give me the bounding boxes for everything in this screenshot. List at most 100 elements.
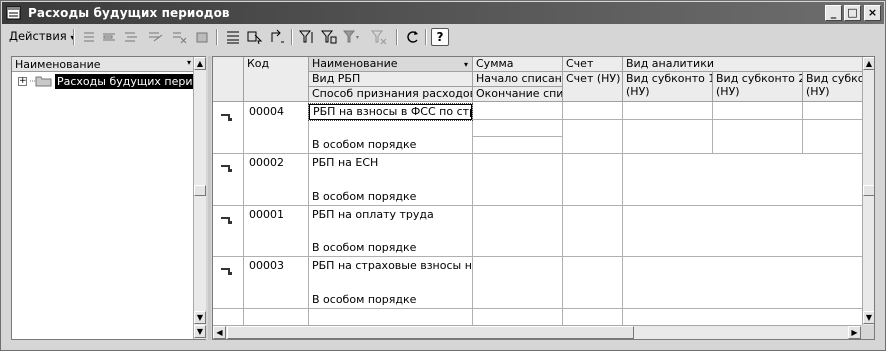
scroll-down-icon[interactable]: ▼ (863, 311, 874, 324)
toolbar-separator (425, 29, 427, 45)
grid-line (472, 119, 862, 120)
cell-method[interactable]: В особом порядке (309, 241, 472, 255)
tree-item-label: Расходы будущих периодов (55, 74, 194, 89)
toolbar-separator (216, 29, 218, 45)
rbp-item-icon (220, 266, 234, 276)
scroll-up-icon[interactable]: ▲ (863, 57, 874, 70)
header-subconto1-nu: (НУ) (626, 85, 650, 98)
hierarchy-icon[interactable] (224, 29, 242, 45)
header-end-date[interactable]: Окончание спи... (473, 87, 563, 102)
level-up-icon[interactable] (268, 29, 286, 45)
refresh-icon[interactable] (404, 29, 422, 45)
cell-name[interactable]: РБП на страховые взносы на... (309, 259, 472, 273)
title-bar[interactable]: Расходы будущих периодов _ □ × (2, 2, 884, 24)
folder-icon (30, 76, 52, 87)
cell-code[interactable]: 00002 (246, 156, 306, 170)
maximize-button[interactable]: □ (844, 5, 861, 21)
copy-icon[interactable] (122, 29, 140, 45)
cell-name[interactable]: РБП на оплату труда (309, 208, 472, 222)
header-subconto2-nu: (НУ) (716, 85, 740, 98)
grid-vertical-scrollbar[interactable]: ▲ ▼ (862, 57, 874, 325)
filter-off-icon[interactable] (370, 29, 388, 45)
header-subconto3-nu: (НУ) (806, 85, 830, 98)
rbp-item-icon (220, 112, 234, 122)
window-title: Расходы будущих периодов (28, 6, 230, 20)
header-subconto1[interactable]: Вид субконто 1 (НУ) (623, 72, 713, 102)
grid-line (213, 153, 862, 154)
header-sum[interactable]: Сумма (473, 57, 563, 72)
grid-line (472, 136, 563, 137)
actions-label: Действия (9, 29, 67, 43)
toolbar-separator (73, 29, 75, 45)
scroll-down-icon[interactable]: ▼ (194, 311, 206, 324)
delete-icon[interactable] (170, 29, 188, 45)
header-name[interactable]: Наименование ▾ (309, 57, 473, 72)
header-icon-column (213, 57, 244, 102)
filter-icon[interactable] (298, 29, 316, 45)
grid-line (243, 102, 244, 327)
toolbar-separator (396, 29, 398, 45)
header-rbp-type[interactable]: Вид РБП (309, 72, 473, 87)
header-subconto2[interactable]: Вид субконто 2 (НУ) (713, 72, 803, 102)
header-code[interactable]: Код (244, 57, 309, 102)
window-app-icon (6, 5, 22, 21)
rbp-item-icon (220, 163, 234, 173)
header-start-date[interactable]: Начало списания (473, 72, 563, 87)
scroll-left-icon[interactable]: ◀ (213, 326, 226, 339)
select-icon[interactable] (246, 29, 264, 45)
panel-splitter[interactable] (208, 56, 211, 340)
sort-arrow-icon: ▾ (186, 58, 191, 67)
header-account-nu[interactable]: Счет (НУ) (563, 72, 623, 102)
cell-code[interactable]: 00003 (246, 259, 306, 273)
tree-item-root[interactable]: + Расходы будущих периодов (12, 74, 194, 89)
cell-code[interactable]: 00004 (246, 105, 306, 119)
rbp-table: Код Наименование ▾ Сумма Счет Вид аналит… (212, 56, 875, 340)
header-name-label: Наименование (312, 57, 398, 70)
scroll-thumb[interactable] (863, 185, 874, 196)
scroll-up-icon[interactable]: ▲ (194, 57, 206, 70)
header-subconto3-label: Вид субконто 3 (806, 72, 862, 85)
add-group-icon[interactable] (100, 29, 118, 45)
grid-line (802, 102, 803, 153)
filter-history-icon[interactable] (342, 29, 360, 45)
grid-line (622, 102, 623, 327)
grid-horizontal-scrollbar[interactable]: ◀ ▶ (213, 325, 862, 339)
grid-line (213, 308, 862, 309)
scroll-down-icon[interactable]: ▼ (194, 325, 206, 338)
toolbar-separator (291, 29, 293, 45)
tree-column-header[interactable]: Наименование ▾ (12, 57, 194, 72)
main-window: Расходы будущих периодов _ □ × Действия … (0, 0, 886, 351)
cell-method[interactable]: В особом порядке (309, 190, 472, 204)
minimize-button[interactable]: _ (825, 5, 842, 21)
help-button[interactable]: ? (431, 28, 449, 46)
rbp-item-icon (220, 215, 234, 225)
sort-arrow-icon: ▾ (463, 60, 468, 69)
toolbar: Действия ▾ ? (3, 26, 883, 48)
close-button[interactable]: × (864, 5, 881, 21)
actions-menu-button[interactable]: Действия ▾ (5, 28, 78, 46)
header-analytics[interactable]: Вид аналитики (623, 57, 874, 72)
header-subconto2-label: Вид субконто 2 (716, 72, 803, 85)
grid-line (712, 102, 713, 153)
scroll-corner (861, 325, 874, 339)
header-account[interactable]: Счет (563, 57, 623, 72)
grid-line (213, 205, 862, 206)
scroll-right-icon[interactable]: ▶ (848, 326, 861, 339)
edit-icon[interactable] (146, 29, 164, 45)
header-recognition[interactable]: Способ признания расходов (309, 87, 473, 102)
scroll-thumb[interactable] (227, 326, 634, 339)
cell-method[interactable]: В особом порядке (309, 293, 472, 307)
filter-by-value-icon[interactable] (320, 29, 338, 45)
grid-line (213, 256, 862, 257)
scroll-thumb[interactable] (194, 185, 206, 196)
header-subconto3[interactable]: Вид субконто 3 (НУ) (803, 72, 863, 102)
post-icon[interactable] (193, 29, 211, 45)
cell-method[interactable]: В особом порядке (309, 138, 472, 152)
cell-name[interactable]: РБП на взносы в ФСС по стр... (308, 103, 473, 121)
add-icon[interactable] (80, 29, 98, 45)
expand-icon[interactable]: + (18, 77, 27, 86)
cell-name[interactable]: РБП на ЕСН (309, 156, 472, 170)
header-subconto1-label: Вид субконто 1 (626, 72, 713, 85)
tree-vertical-scrollbar[interactable]: ▲ ▼ ▼ (193, 57, 206, 339)
cell-code[interactable]: 00001 (246, 208, 306, 222)
